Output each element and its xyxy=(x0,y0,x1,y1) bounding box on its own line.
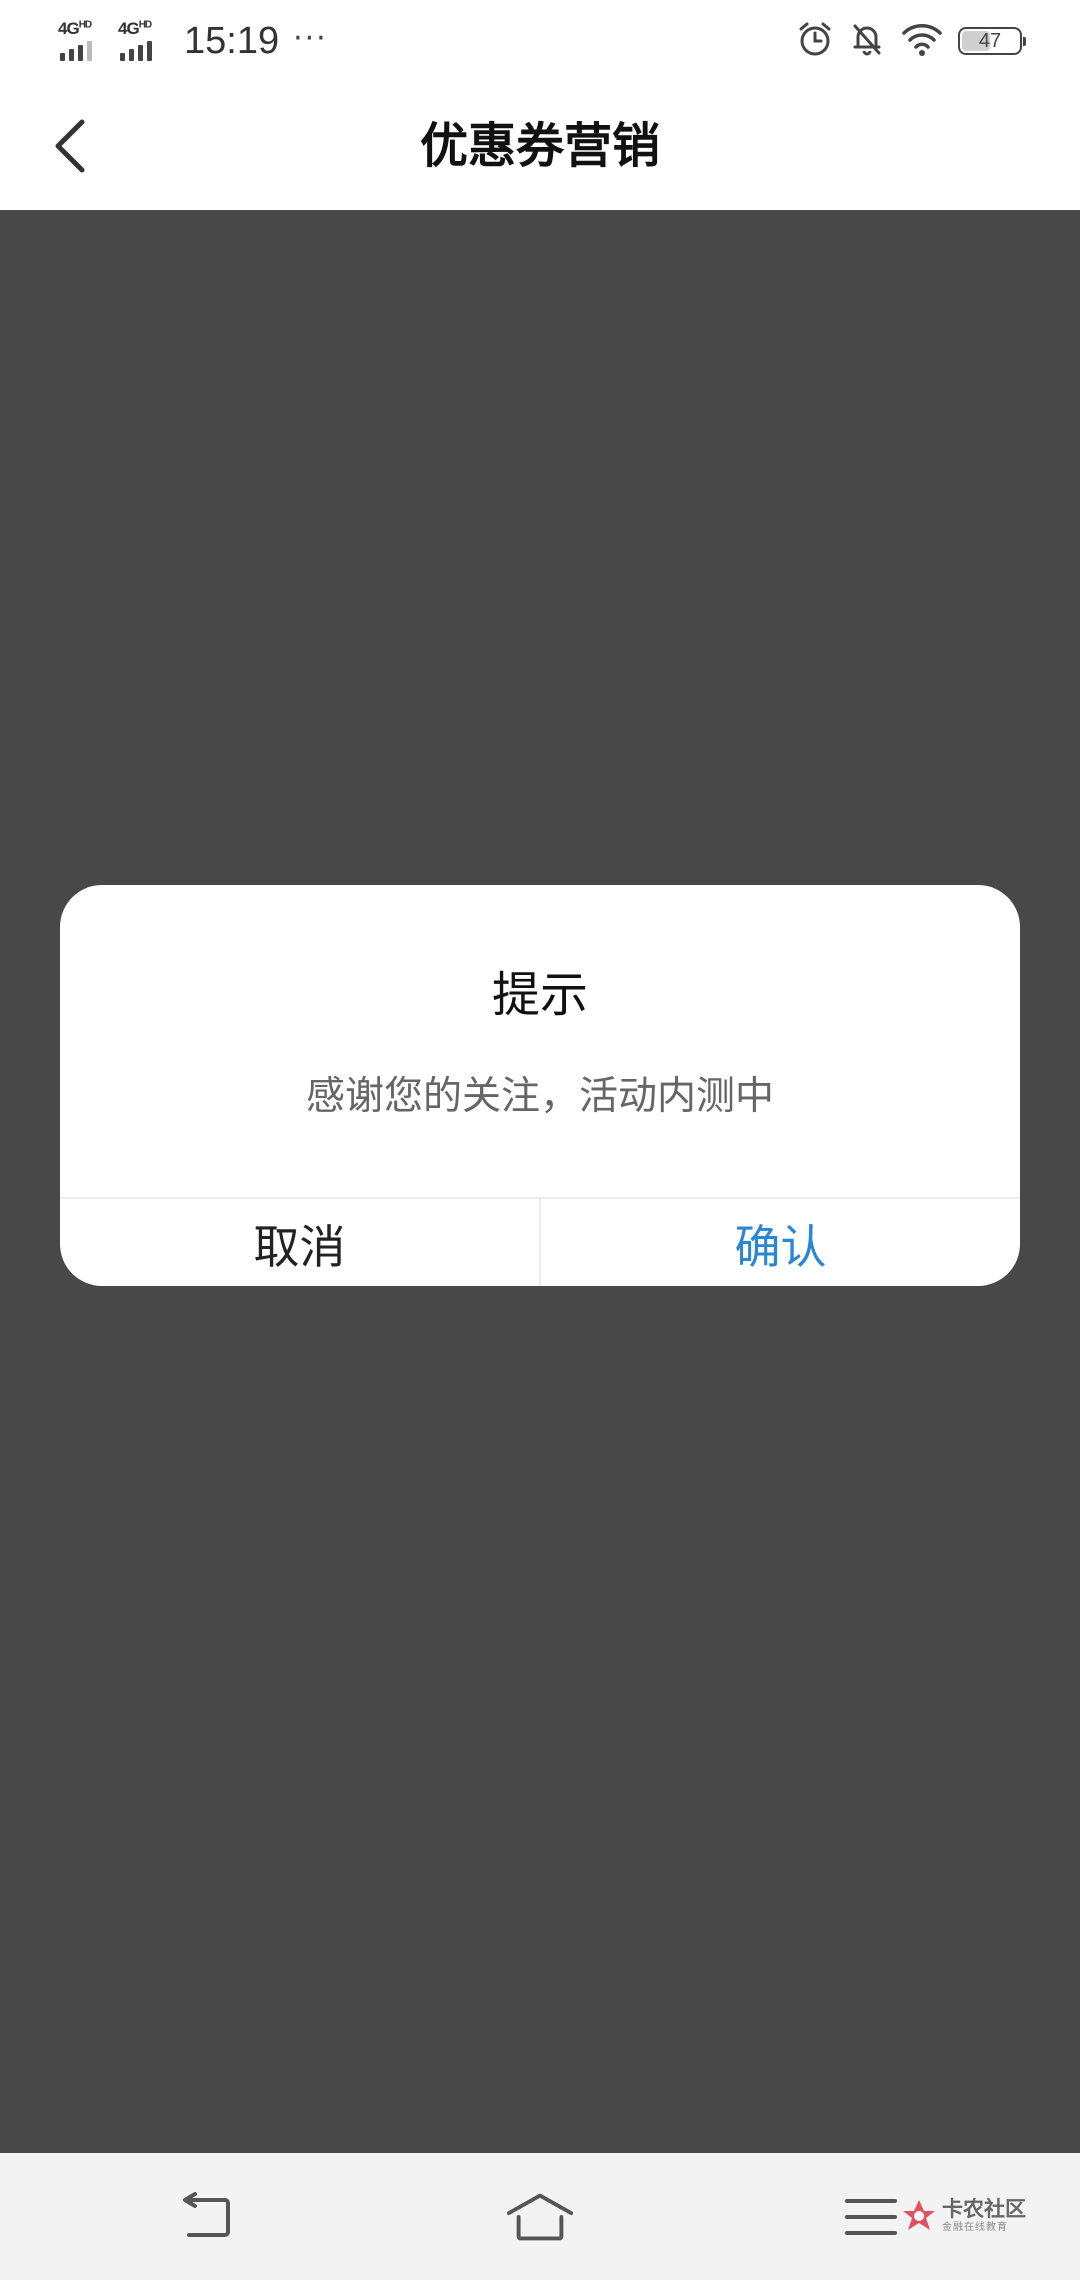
dialog-actions: 取消 确认 xyxy=(60,1197,1020,1286)
home-icon xyxy=(506,2193,574,2241)
menu-lines-icon xyxy=(845,2199,897,2235)
cancel-button[interactable]: 取消 xyxy=(60,1199,541,1286)
battery-level: 47 xyxy=(978,29,1002,52)
battery-icon: 47 xyxy=(958,27,1026,55)
more-notifications-icon: ··· xyxy=(293,20,328,56)
nav-header: 优惠券营销 xyxy=(0,82,1080,210)
watermark-name: 卡农社区 xyxy=(942,2197,1026,2221)
return-arrow-icon xyxy=(183,2192,230,2237)
status-left: 4GHD 4GHD 15:19 ··· xyxy=(58,16,328,66)
watermark-text: 卡农社区 金融在线教育 xyxy=(942,2199,1026,2233)
watermark-logo-icon xyxy=(903,2200,935,2230)
sim2-network-label: 4GHD xyxy=(118,19,152,38)
sim1-signal-bars-icon xyxy=(60,41,92,61)
dialog-title: 提示 xyxy=(491,967,588,1023)
system-menu-button[interactable] xyxy=(838,2187,908,2247)
system-home-button[interactable] xyxy=(505,2187,575,2247)
page-title: 优惠券营销 xyxy=(419,118,660,174)
silent-bell-icon xyxy=(848,20,886,62)
status-bar: 4GHD 4GHD 15:19 ··· 47 xyxy=(0,0,1080,82)
screen: 4GHD 4GHD 15:19 ··· 47 优惠券营销 提示 感谢您的关注，活… xyxy=(0,0,1080,2280)
status-right: 47 xyxy=(796,18,1026,64)
alert-dialog: 提示 感谢您的关注，活动内测中 取消 确认 xyxy=(60,885,1020,1286)
status-time: 15:19 xyxy=(184,19,280,62)
confirm-button[interactable]: 确认 xyxy=(541,1199,1020,1286)
wifi-icon xyxy=(900,20,944,62)
watermark: 卡农社区 金融在线教育 xyxy=(900,2186,1030,2246)
sim1-network-label: 4GHD xyxy=(58,19,92,38)
alarm-icon xyxy=(796,20,834,62)
sim2-signal-bars-icon xyxy=(120,41,152,61)
sim2-signal: 4GHD xyxy=(118,19,164,63)
system-back-button[interactable] xyxy=(172,2187,242,2247)
dialog-message: 感谢您的关注，活动内测中 xyxy=(305,1074,774,1119)
sim1-signal: 4GHD xyxy=(58,19,104,63)
watermark-subtitle: 金融在线教育 xyxy=(942,2222,1008,2233)
